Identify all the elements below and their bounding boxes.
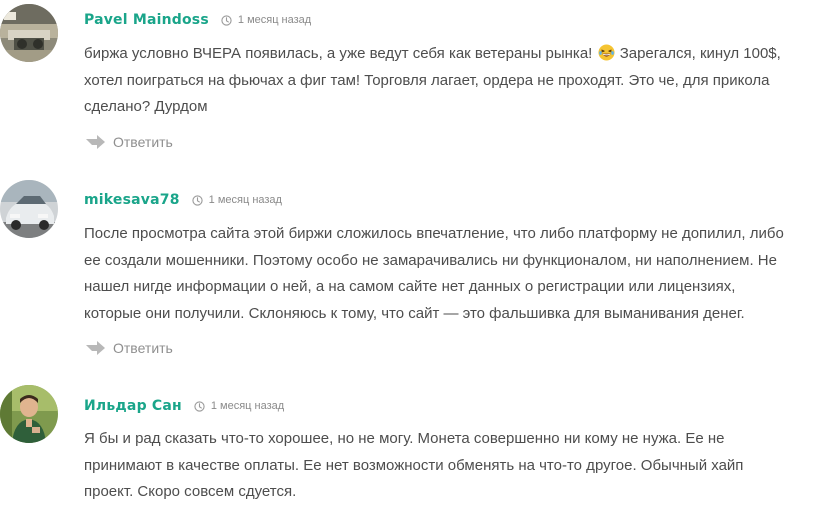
comment-line: биржа условно ВЧЕРА появилась, а уже вед… bbox=[84, 41, 806, 68]
comment-line: проект. Скоро совсем сдуется. bbox=[84, 483, 297, 500]
clock-icon bbox=[192, 194, 203, 206]
comment: mikesava78 1 месяц назад После просмотра… bbox=[0, 170, 816, 365]
comment-line-text: биржа условно ВЧЕРА появилась, а уже вед… bbox=[84, 45, 593, 62]
comment-header: mikesava78 1 месяц назад bbox=[84, 188, 282, 212]
avatar[interactable] bbox=[0, 4, 58, 62]
comment-header: Pavel Maindoss 1 месяц назад bbox=[84, 8, 311, 32]
author-name[interactable]: Ильдар Сан bbox=[84, 398, 182, 414]
comment-line: Я бы и рад сказать что-то хорошее, но не… bbox=[84, 430, 725, 447]
comment-line: нашел нигде информации о ней, а на самом… bbox=[84, 278, 736, 295]
comment-date: 1 месяц назад bbox=[208, 194, 282, 206]
reply-button[interactable]: Ответить bbox=[86, 131, 173, 153]
comment-date: 1 месяц назад bbox=[237, 14, 312, 26]
reply-button[interactable]: Ответить bbox=[86, 337, 173, 359]
comment-header: Ильдар Сан 1 месяц назад bbox=[84, 394, 284, 418]
comment-line-text: Зарегался, кинул 100$, bbox=[619, 45, 781, 62]
author-name[interactable]: Pavel Maindoss bbox=[84, 12, 209, 28]
reply-arrow-icon bbox=[86, 135, 105, 149]
comment-text: Я бы и рад сказать что-то хорошее, но не… bbox=[84, 426, 806, 506]
reply-label: Ответить bbox=[113, 134, 173, 150]
avatar[interactable] bbox=[0, 180, 58, 238]
comment-text: биржа условно ВЧЕРА появилась, а уже вед… bbox=[84, 41, 806, 121]
comment-line: сделано? Дурдом bbox=[84, 98, 208, 115]
reply-arrow-icon bbox=[86, 341, 105, 355]
laughing-emoji-icon bbox=[597, 44, 615, 61]
avatar[interactable] bbox=[0, 385, 58, 443]
comment-line: ее создали мошенники. Поэтому особо не з… bbox=[84, 251, 777, 269]
comment-line: После просмотра сайта этой биржи сложило… bbox=[84, 225, 784, 242]
author-name[interactable]: mikesava78 bbox=[84, 192, 180, 208]
comment-line: которые они получили. Склоняюсь к тому, … bbox=[84, 304, 745, 322]
clock-icon bbox=[221, 14, 232, 26]
comment-line: принимают в качестве оплаты. Ее нет возм… bbox=[84, 456, 744, 474]
reply-label: Ответить bbox=[113, 340, 173, 356]
comment-line: хотел поиграться на фьючах а фиг там! То… bbox=[84, 71, 770, 89]
comment: Ильдар Сан 1 месяц назад Я бы и рад сказ… bbox=[0, 375, 816, 501]
comment: Pavel Maindoss 1 месяц назад биржа услов… bbox=[0, 0, 816, 160]
comment-text: После просмотра сайта этой биржи сложило… bbox=[84, 221, 806, 327]
clock-icon bbox=[194, 400, 205, 412]
comment-date: 1 месяц назад bbox=[210, 400, 285, 412]
